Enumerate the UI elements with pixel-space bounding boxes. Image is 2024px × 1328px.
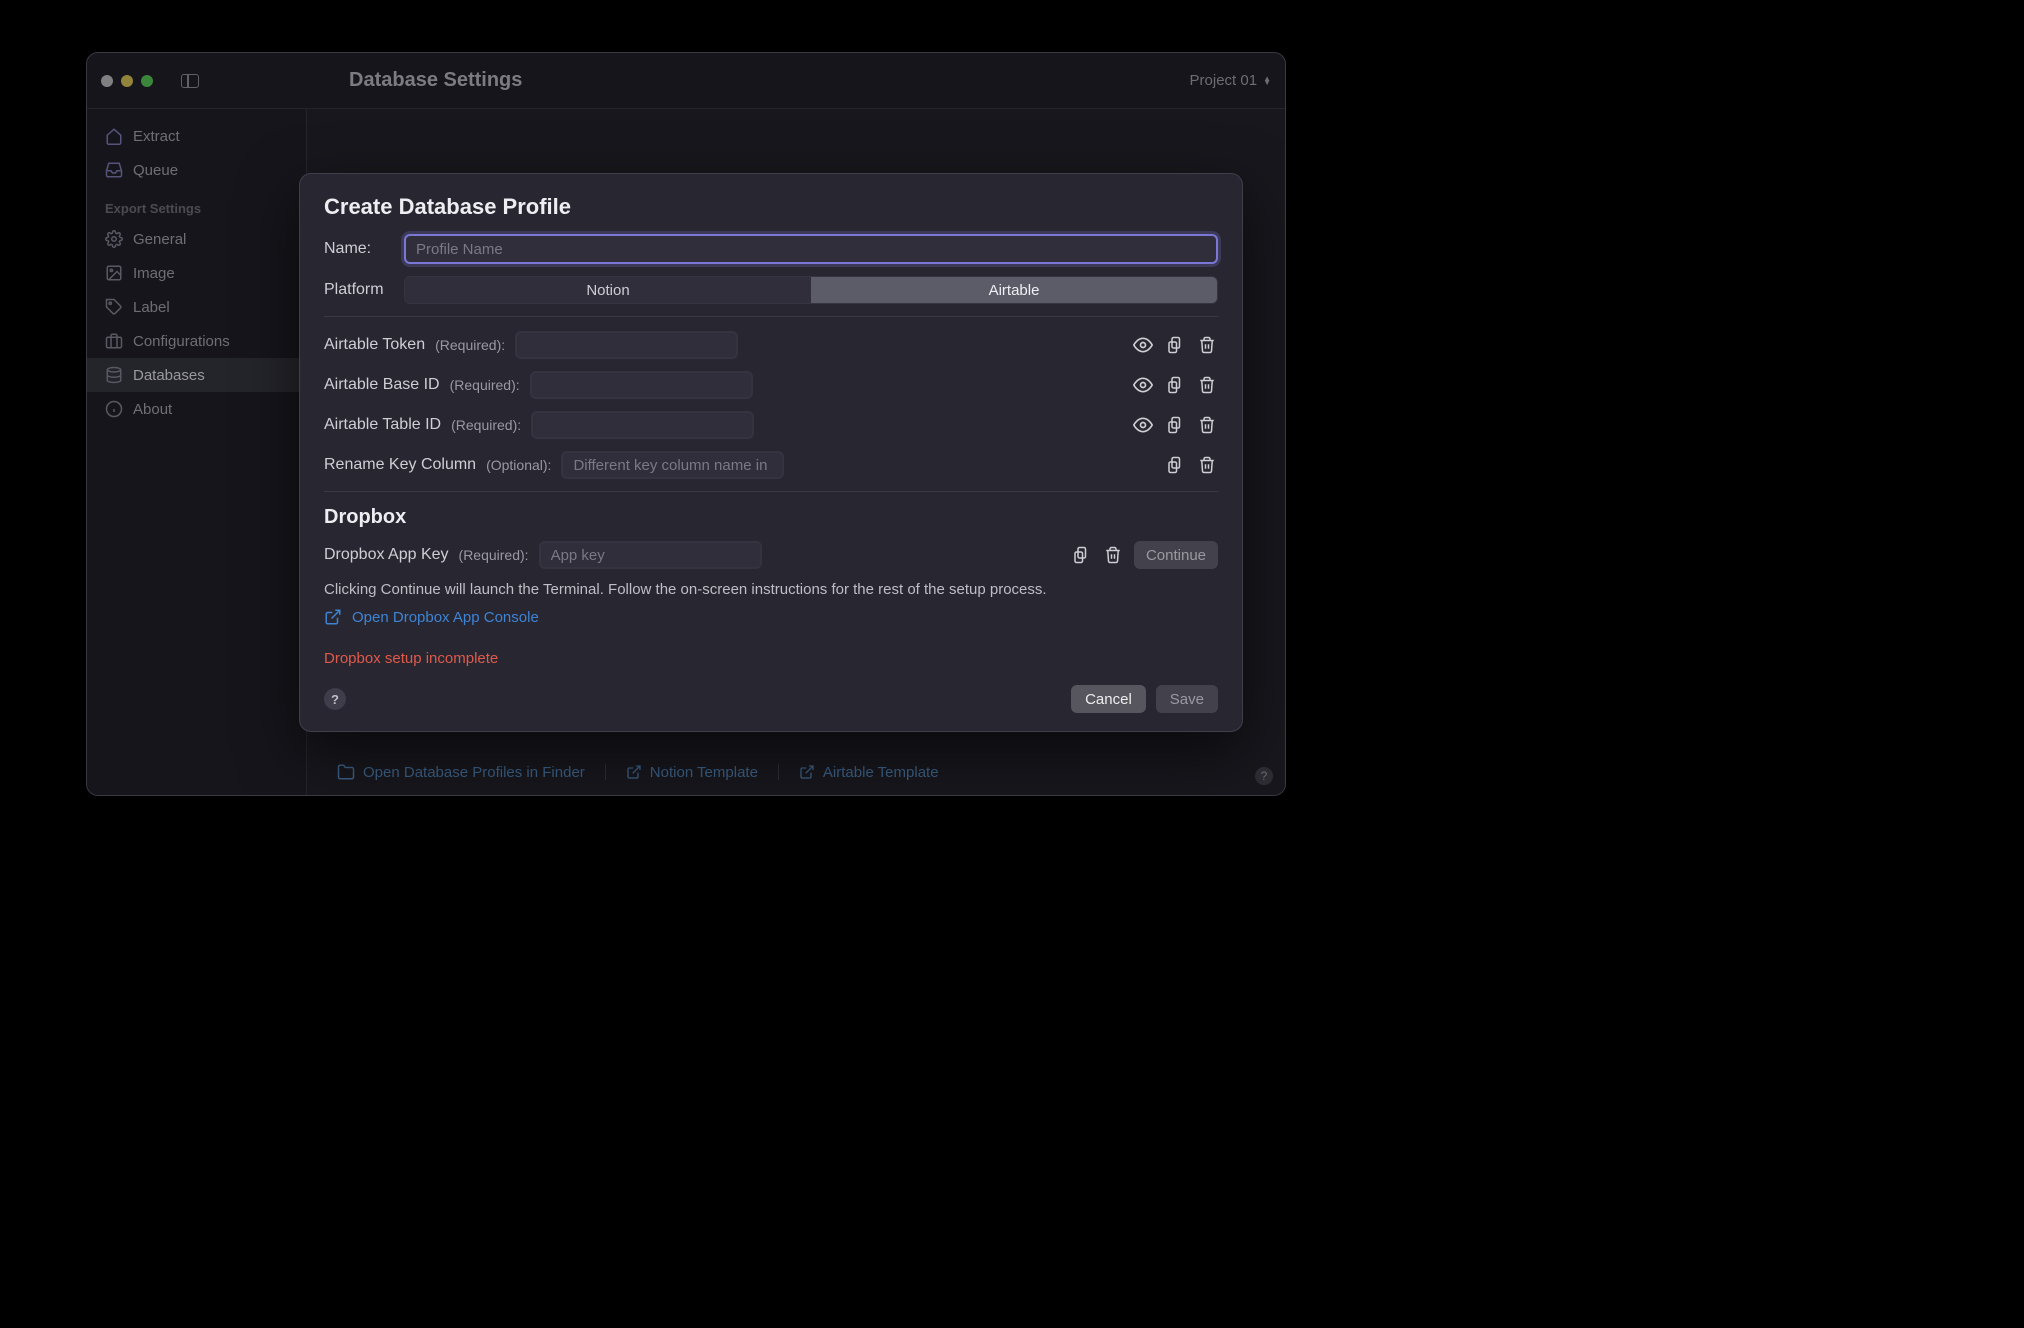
platform-row: Platform Notion Airtable	[324, 276, 1218, 304]
field-required: (Required):	[459, 547, 529, 563]
dropbox-error: Dropbox setup incomplete	[324, 650, 1218, 667]
footer-buttons: Cancel Save	[1071, 685, 1218, 713]
field-required: (Required):	[450, 377, 520, 393]
field-required: (Required):	[435, 337, 505, 353]
trash-icon[interactable]	[1196, 334, 1218, 356]
clipboard-icon[interactable]	[1164, 414, 1186, 436]
field-label: Airtable Token	[324, 336, 425, 354]
divider	[324, 491, 1218, 492]
clipboard-icon[interactable]	[1164, 454, 1186, 476]
airtable-table-row: Airtable Table ID (Required):	[324, 411, 1218, 439]
field-label: Airtable Base ID	[324, 376, 440, 394]
profile-name-input[interactable]	[404, 234, 1218, 264]
create-profile-modal: Create Database Profile Name: Platform N…	[299, 173, 1243, 732]
eye-icon[interactable]	[1132, 374, 1154, 396]
airtable-table-input[interactable]	[531, 411, 754, 439]
modal-footer: ? Cancel Save	[324, 685, 1218, 713]
open-dropbox-console-link[interactable]: Open Dropbox App Console	[324, 608, 1218, 626]
field-required: (Required):	[451, 417, 521, 433]
platform-label: Platform	[324, 281, 392, 299]
clipboard-icon[interactable]	[1164, 374, 1186, 396]
dropbox-appkey-row: Dropbox App Key (Required): Continue	[324, 541, 1218, 569]
external-link-icon	[324, 608, 342, 626]
platform-option-notion[interactable]: Notion	[405, 277, 811, 303]
trash-icon[interactable]	[1196, 374, 1218, 396]
airtable-token-row: Airtable Token (Required):	[324, 331, 1218, 359]
rename-key-input[interactable]	[561, 451, 784, 479]
platform-option-airtable[interactable]: Airtable	[811, 277, 1217, 303]
dropbox-appkey-input[interactable]	[539, 541, 762, 569]
platform-segmented: Notion Airtable	[404, 276, 1218, 304]
clipboard-icon[interactable]	[1070, 544, 1092, 566]
field-label: Dropbox App Key	[324, 546, 449, 564]
name-row: Name:	[324, 234, 1218, 264]
field-label: Rename Key Column	[324, 456, 476, 474]
airtable-base-row: Airtable Base ID (Required):	[324, 371, 1218, 399]
dropbox-hint: Clicking Continue will launch the Termin…	[324, 581, 1218, 598]
app-window: Database Settings Project 01 ▲▼ Extract …	[86, 52, 1286, 796]
eye-icon[interactable]	[1132, 334, 1154, 356]
help-button[interactable]: ?	[324, 688, 346, 710]
field-label: Airtable Table ID	[324, 416, 441, 434]
continue-button[interactable]: Continue	[1134, 541, 1218, 569]
modal-title: Create Database Profile	[324, 194, 1218, 220]
eye-icon[interactable]	[1132, 414, 1154, 436]
trash-icon[interactable]	[1196, 454, 1218, 476]
dropbox-heading: Dropbox	[324, 506, 1218, 529]
field-optional: (Optional):	[486, 457, 551, 473]
trash-icon[interactable]	[1102, 544, 1124, 566]
airtable-base-input[interactable]	[530, 371, 753, 399]
trash-icon[interactable]	[1196, 414, 1218, 436]
name-label: Name:	[324, 240, 392, 258]
clipboard-icon[interactable]	[1164, 334, 1186, 356]
rename-key-row: Rename Key Column (Optional):	[324, 451, 1218, 479]
divider	[324, 316, 1218, 317]
airtable-token-input[interactable]	[515, 331, 738, 359]
save-button[interactable]: Save	[1156, 685, 1218, 713]
cancel-button[interactable]: Cancel	[1071, 685, 1146, 713]
